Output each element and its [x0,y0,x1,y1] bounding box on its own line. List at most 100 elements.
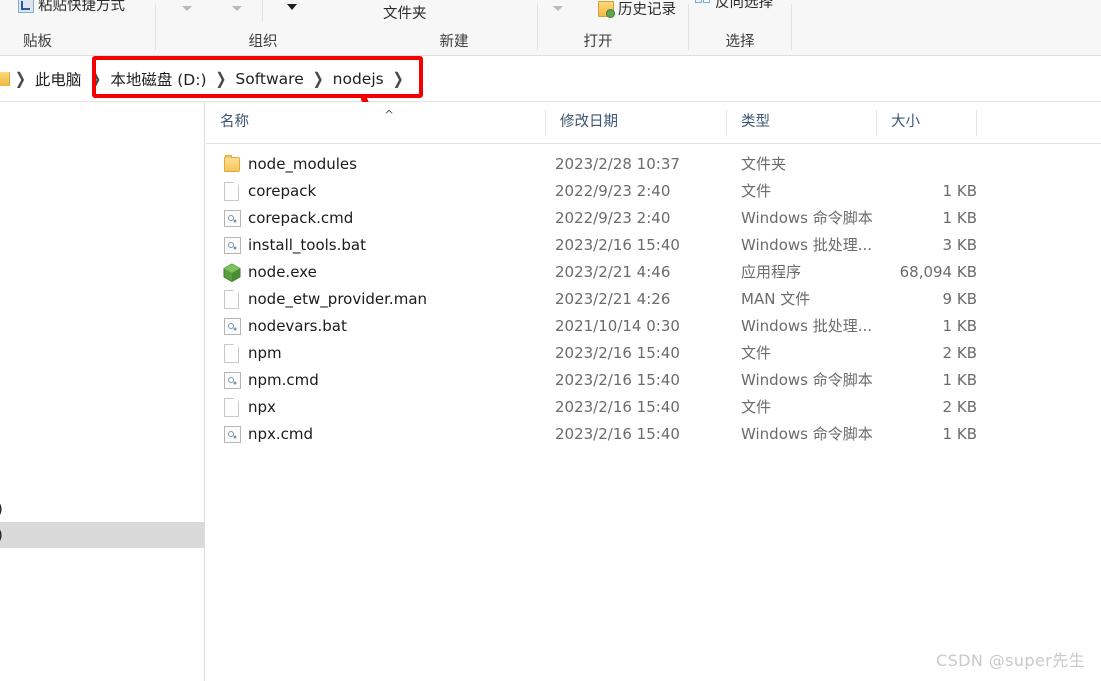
script-icon [224,318,241,335]
table-row[interactable]: node_etw_provider.man 2023/2/21 4:26 MAN 文… [206,286,1101,313]
file-name-cell: nodevars.bat [248,317,347,335]
file-type-cell: 文件 [741,344,772,362]
table-row[interactable]: nodevars.bat 2021/10/14 0:30 Windows 批处理..… [206,313,1101,340]
script-icon [224,426,241,443]
table-row[interactable]: corepack 2022/9/23 2:40 文件 1 KB [206,178,1101,205]
file-name-cell: npm [248,344,282,362]
file-date-cell: 2023/2/16 15:40 [555,236,680,254]
ribbon-group-open: 历史记录 打开 [538,0,688,55]
table-row[interactable]: node.exe 2023/2/21 4:46 应用程序 68,094 KB [206,259,1101,286]
file-size-cell: 2 KB [942,344,977,362]
invert-selection-label: 反向选择 [715,0,773,11]
table-row[interactable]: npm.cmd 2023/2/16 15:40 Windows 命令脚本 1 KB [206,367,1101,394]
history-command[interactable]: 历史记录 [598,0,676,19]
new-folder-label: 文件夹 [383,6,427,22]
file-date-cell: 2021/10/14 0:30 [555,317,680,335]
breadcrumb-item-nodejs[interactable]: nodejs [329,70,388,88]
ribbon-divider-2 [262,0,263,22]
table-row[interactable]: install_tools.bat 2023/2/16 15:40 Windows … [206,232,1101,259]
open-with-dropdown-icon[interactable] [553,6,563,11]
move-to-dropdown-icon[interactable] [182,6,192,11]
file-size-cell: 68,094 KB [899,263,977,281]
file-icon [224,290,239,309]
copy-to-dropdown-icon[interactable] [232,6,242,11]
file-icon [224,398,239,417]
file-name-cell: npx.cmd [248,425,314,443]
column-header-type[interactable]: 类型 [727,102,877,143]
breadcrumb[interactable]: ❯ 此电脑 ❯ 本地磁盘 (D:) ❯ Software ❯ nodejs ❯ [0,56,409,102]
ribbon-group-organize: 组织 [156,0,370,55]
ribbon-toolbar: 粘贴快捷方式 贴板 组织 文件夹 新建 历史记录 打开 反向选择 选择 [0,0,1101,56]
file-name-cell: npx [248,398,276,416]
file-date-cell: 2022/9/23 2:40 [555,182,671,200]
table-row[interactable]: npx.cmd 2023/2/16 15:40 Windows 命令脚本 1 KB [206,421,1101,448]
file-type-cell: 应用程序 [741,263,802,281]
history-icon [598,0,615,18]
nav-item-drive-1[interactable]: :) [0,496,204,522]
script-icon [224,237,241,254]
file-size-cell: 9 KB [942,290,977,308]
folder-icon [224,155,240,172]
breadcrumb-item-this-pc[interactable]: 此电脑 [31,68,86,90]
file-type-cell: 文件 [741,182,772,200]
invert-selection-command[interactable]: 反向选择 [695,0,773,12]
file-name-cell: node.exe [248,263,317,281]
table-row[interactable]: npx 2023/2/16 15:40 文件 2 KB [206,394,1101,421]
ribbon-group-clipboard: 粘贴快捷方式 贴板 [0,0,155,55]
breadcrumb-chevron-icon[interactable]: ❯ [10,70,31,89]
file-date-cell: 2023/2/28 10:37 [555,155,680,173]
nav-item-drive-2[interactable]: :) [0,522,204,548]
organize-dropdown-icon[interactable] [287,4,297,10]
paste-shortcut-command[interactable]: 粘贴快捷方式 [18,0,125,15]
file-date-cell: 2023/2/16 15:40 [555,344,680,362]
paste-shortcut-label: 粘贴快捷方式 [38,0,125,14]
breadcrumb-item-local-disk-d[interactable]: 本地磁盘 (D:) [106,68,210,90]
paste-shortcut-icon [18,0,34,13]
sort-ascending-icon: ^ [384,108,395,122]
breadcrumb-chevron-icon[interactable]: ❯ [388,70,409,89]
file-size-cell: 1 KB [942,317,977,335]
file-date-cell: 2022/9/23 2:40 [555,209,671,227]
file-date-cell: 2023/2/16 15:40 [555,425,680,443]
ribbon-group-label-select: 选择 [725,34,755,50]
file-size-cell [806,151,977,178]
navigation-pane[interactable]: :) :) [0,102,205,681]
ribbon-divider-5 [791,4,792,50]
file-icon [224,344,239,363]
column-header-name[interactable]: 名称 [206,102,546,143]
file-size-cell: 2 KB [942,398,977,416]
nav-item-label: :) [0,522,3,548]
watermark-text: CSDN @super先生 [936,651,1085,670]
column-header-size[interactable]: 大小 [877,102,977,143]
invert-selection-icon [695,0,711,10]
table-row[interactable]: node_modules 2023/2/28 10:37 文件夹 [206,151,1101,178]
file-list-view[interactable]: 名称 修改日期 类型 大小 ^ node_modules 2023/2/28 10… [206,102,1101,681]
table-row[interactable]: corepack.cmd 2022/9/23 2:40 Windows 命令脚本 1 … [206,205,1101,232]
file-date-cell: 2023/2/16 15:40 [555,371,680,389]
column-header-date[interactable]: 修改日期 [546,102,727,143]
file-size-cell: 1 KB [942,209,977,227]
file-date-cell: 2023/2/16 15:40 [555,398,680,416]
new-folder-command[interactable]: 文件夹 [383,2,427,23]
script-icon [224,210,241,227]
breadcrumb-chevron-icon[interactable]: ❯ [308,70,329,89]
breadcrumb-chevron-icon[interactable]: ❯ [211,70,232,89]
file-size-cell: 3 KB [942,236,977,254]
file-type-cell: 文件 [741,398,772,416]
breadcrumb-item-software[interactable]: Software [231,70,307,88]
history-label: 历史记录 [618,2,676,18]
file-date-cell: 2023/2/21 4:26 [555,290,671,308]
file-name-cell: corepack.cmd [248,209,354,227]
ribbon-group-select: 反向选择 选择 [689,0,791,55]
column-header-row: 名称 修改日期 类型 大小 ^ [206,102,1101,144]
ribbon-group-label-clipboard: 贴板 [23,34,52,50]
ribbon-group-label-organize: 组织 [248,34,278,50]
file-size-cell: 1 KB [942,182,977,200]
file-size-cell: 1 KB [942,425,977,443]
nav-item-label: :) [0,496,3,522]
breadcrumb-chevron-icon[interactable]: ❯ [85,70,106,89]
file-name-cell: node_etw_provider.man [248,290,428,308]
address-bar[interactable]: ❯ 此电脑 ❯ 本地磁盘 (D:) ❯ Software ❯ nodejs ❯ [0,56,1101,102]
table-row[interactable]: npm 2023/2/16 15:40 文件 2 KB [206,340,1101,367]
column-divider[interactable] [976,110,977,136]
